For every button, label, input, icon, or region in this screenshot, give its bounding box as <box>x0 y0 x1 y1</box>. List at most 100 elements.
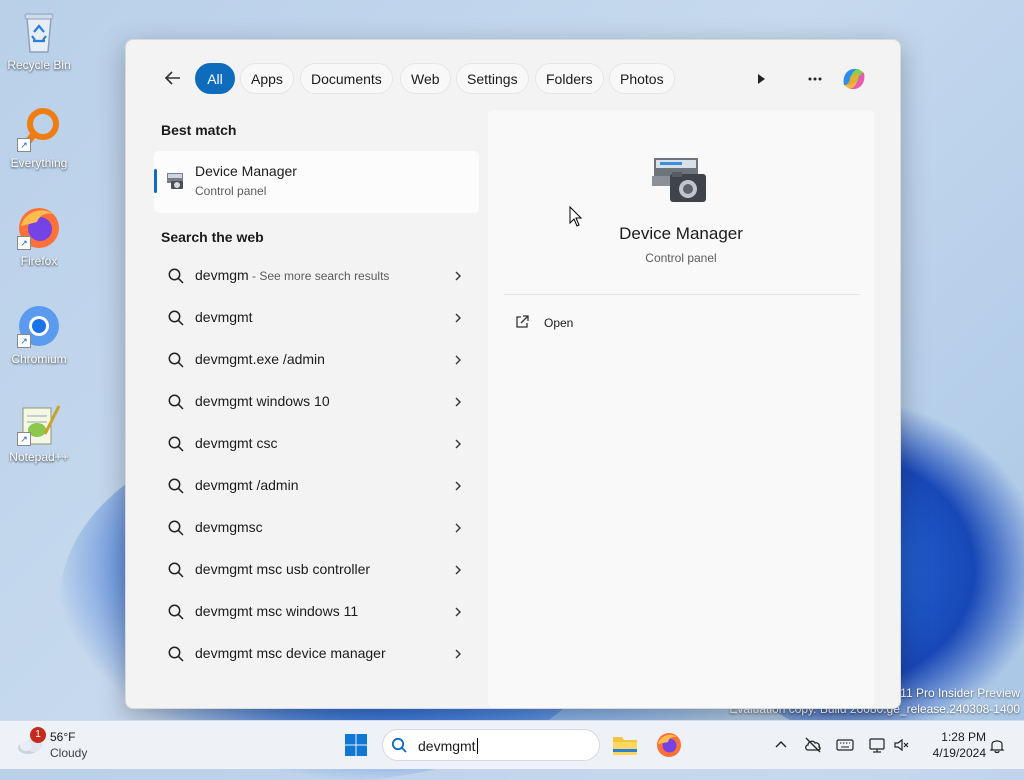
chevron-right-icon <box>455 607 461 617</box>
chromium-icon: ↗ <box>15 302 63 350</box>
tab-web[interactable]: Web <box>400 63 451 94</box>
web-result-query: devmgmt msc device manager <box>195 645 386 661</box>
notepadpp-icon: ↗ <box>15 400 63 448</box>
tab-photos[interactable]: Photos <box>609 63 675 94</box>
desktop-icon-label: Chromium <box>11 352 67 366</box>
best-match-subtitle: Control panel <box>195 184 267 198</box>
ellipsis-icon <box>808 77 822 81</box>
volume-button[interactable] <box>892 735 912 755</box>
network-icon <box>869 738 885 753</box>
clock-date: 4/19/2024 <box>932 746 986 760</box>
firefox-taskbar-button[interactable] <box>655 731 683 759</box>
web-result-row[interactable]: devmgmt <box>154 298 479 338</box>
web-result-row[interactable]: devmgmt msc windows 11 <box>154 592 479 632</box>
mouse-cursor-icon <box>569 206 583 227</box>
web-result-row[interactable]: devmgmt windows 10 <box>154 382 479 422</box>
search-icon <box>168 478 184 494</box>
open-external-icon <box>514 314 530 330</box>
network-button[interactable] <box>867 735 887 755</box>
web-result-row[interactable]: devmgmsc <box>154 508 479 548</box>
everything-search-icon: ↗ <box>15 106 63 154</box>
web-result-row[interactable]: devmgmt csc <box>154 424 479 464</box>
web-result-text: devmgmt msc device manager <box>195 645 386 661</box>
web-result-text: devmgmt csc <box>195 435 277 451</box>
search-web-heading: Search the web <box>161 229 264 245</box>
open-button[interactable]: Open <box>504 306 704 340</box>
web-result-text: devmgm - See more search results <box>195 267 389 283</box>
chevron-right-icon <box>455 565 461 575</box>
chevron-up-icon <box>775 741 787 748</box>
web-result-query: devmgmsc <box>195 519 263 535</box>
search-icon <box>168 268 184 284</box>
preview-title: Device Manager <box>619 224 743 243</box>
desktop-icon-firefox[interactable]: ↗ Firefox <box>2 204 76 268</box>
chevron-right-icon <box>455 355 461 365</box>
taskbar: 1 56°F Cloudy devmgmt 1:28 PM 4/19/2024 <box>0 720 1024 769</box>
chevron-right-icon <box>455 481 461 491</box>
windows-logo-icon <box>345 734 367 756</box>
weather-temp: 56°F <box>50 730 76 744</box>
tab-apps[interactable]: Apps <box>240 63 294 94</box>
taskbar-search-box[interactable]: devmgmt <box>382 729 600 761</box>
copilot-icon <box>843 69 865 89</box>
search-icon <box>391 737 408 754</box>
web-result-query: devmgm <box>195 267 249 283</box>
search-icon <box>168 436 184 452</box>
device-manager-icon <box>165 169 187 191</box>
web-result-query: devmgmt windows 10 <box>195 393 330 409</box>
file-explorer-button[interactable] <box>611 731 639 759</box>
back-button[interactable] <box>160 65 186 91</box>
desktop-icon-label: Everything <box>10 156 68 170</box>
tab-documents[interactable]: Documents <box>300 63 393 94</box>
more-filters-button[interactable] <box>748 66 774 92</box>
desktop-icon-everything[interactable]: ↗ Everything <box>2 106 76 170</box>
search-icon <box>168 646 184 662</box>
web-result-text: devmgmt windows 10 <box>195 393 330 409</box>
web-result-row[interactable]: devmgmt /admin <box>154 466 479 506</box>
copilot-button[interactable] <box>838 63 870 95</box>
web-result-query: devmgmt msc usb controller <box>195 561 371 577</box>
weather-widget[interactable]: 1 56°F Cloudy <box>16 727 126 763</box>
cloud-offline-icon <box>805 737 821 753</box>
web-result-row[interactable]: devmgmt msc device manager <box>154 634 479 674</box>
search-panel: All Apps Documents Web Settings Folders … <box>125 39 901 709</box>
cloud-sync-button[interactable] <box>803 735 823 755</box>
chevron-right-icon <box>455 271 461 281</box>
web-result-text: devmgmsc <box>195 519 263 535</box>
web-result-row[interactable]: devmgmt.exe /admin <box>154 340 479 380</box>
notifications-button[interactable] <box>987 735 1007 755</box>
weather-condition: Cloudy <box>50 746 88 760</box>
best-match-result[interactable]: Device Manager Control panel <box>154 151 479 213</box>
desktop-icon-label: Notepad++ <box>9 450 69 464</box>
start-button[interactable] <box>344 733 368 757</box>
clock[interactable]: 1:28 PM 4/19/2024 <box>916 729 986 761</box>
keyboard-button[interactable] <box>835 735 855 755</box>
search-icon <box>168 562 184 578</box>
notification-badge: 1 <box>30 727 46 743</box>
text-caret <box>476 738 478 754</box>
search-input[interactable]: devmgmt <box>418 738 478 754</box>
desktop-icon-chromium[interactable]: ↗ Chromium <box>2 302 76 366</box>
filter-bar: All Apps Documents Web Settings Folders … <box>126 40 900 106</box>
search-icon <box>168 520 184 536</box>
chevron-right-icon <box>455 523 461 533</box>
web-result-suffix: - See more search results <box>248 269 390 283</box>
tab-settings[interactable]: Settings <box>456 63 529 94</box>
show-hidden-icons-button[interactable] <box>771 735 791 755</box>
shortcut-arrow-icon: ↗ <box>17 236 31 250</box>
tab-folders[interactable]: Folders <box>535 63 604 94</box>
options-button[interactable] <box>802 66 828 92</box>
desktop-icon-recycle-bin[interactable]: Recycle Bin <box>2 8 76 72</box>
web-result-row[interactable]: devmgm - See more search results <box>154 256 479 296</box>
search-icon <box>168 604 184 620</box>
open-label: Open <box>544 316 574 330</box>
keyboard-icon <box>836 739 854 751</box>
web-result-query: devmgmt msc windows 11 <box>195 603 359 619</box>
desktop-icon-label: Firefox <box>20 254 58 268</box>
web-result-row[interactable]: devmgmt msc usb controller <box>154 550 479 590</box>
tab-all[interactable]: All <box>195 63 235 94</box>
desktop-icon-notepadpp[interactable]: ↗ Notepad++ <box>2 400 76 464</box>
recycle-bin-icon <box>15 8 63 56</box>
shortcut-arrow-icon: ↗ <box>17 432 31 446</box>
best-match-title: Device Manager <box>195 163 297 179</box>
